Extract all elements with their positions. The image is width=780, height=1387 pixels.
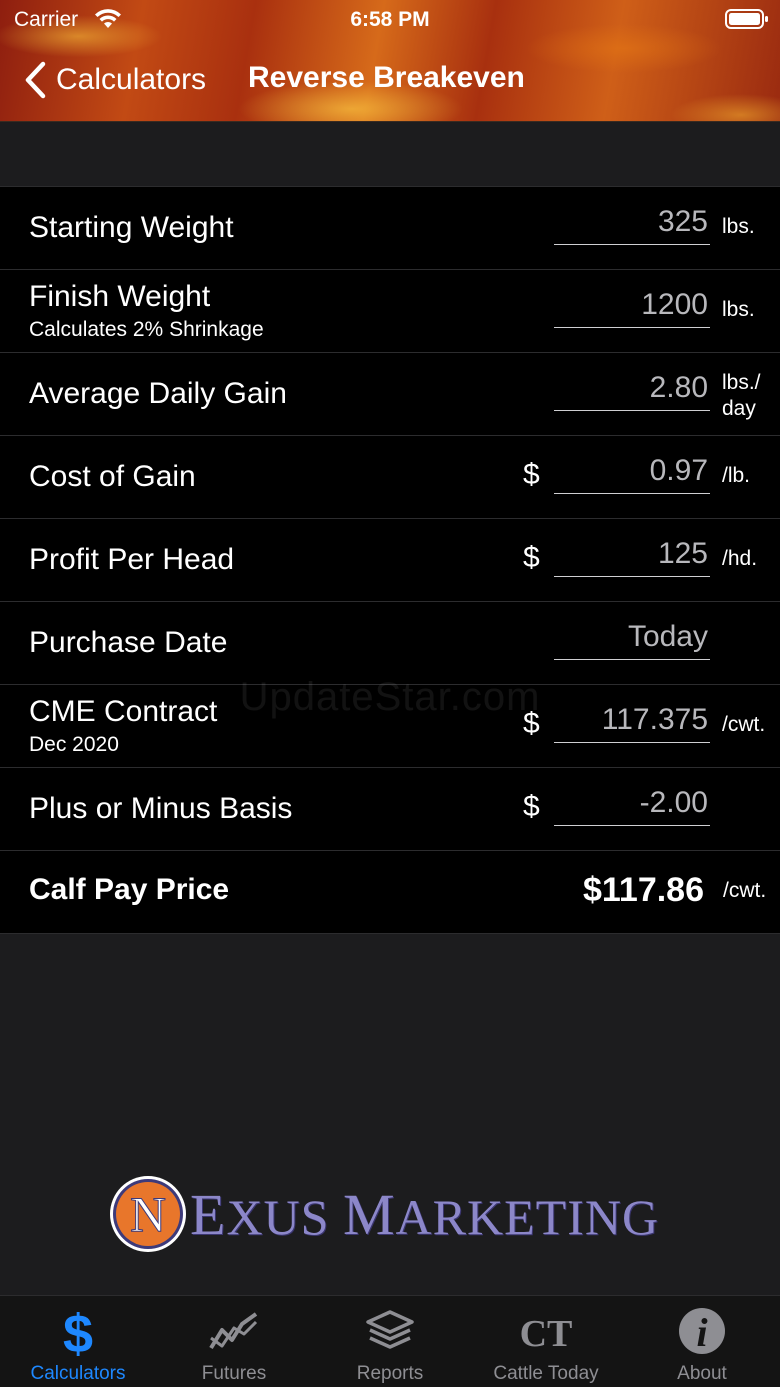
tab-cattle-today[interactable]: CT Cattle Today [468,1296,624,1387]
starting-weight-row: Starting Weight lbs. [0,187,780,270]
tab-futures-label: Futures [201,1363,267,1384]
cost-of-gain-input[interactable] [554,448,710,494]
svg-text:$: $ [63,1306,93,1356]
basis-label: Plus or Minus Basis [29,792,293,825]
basis-row: Plus or Minus Basis $ [0,768,780,851]
finish-weight-sublabel: Calculates 2% Shrinkage [29,318,264,341]
info-icon: i [679,1308,725,1355]
tab-futures[interactable]: Futures [156,1296,312,1387]
starting-weight-input[interactable] [554,199,710,245]
calculator-form: Starting Weight lbs. Finish Weight Calcu… [0,186,780,934]
tab-about[interactable]: i About [624,1296,780,1387]
tab-reports-label: Reports [356,1363,424,1384]
finish-weight-input[interactable] [554,282,710,328]
cost-of-gain-label: Cost of Gain [29,460,196,493]
layers-icon [366,1310,414,1349]
logo-letter: N [130,1186,166,1242]
chart-line-icon [209,1312,258,1350]
average-daily-gain-row: Average Daily Gain lbs./ day [0,353,780,436]
ct-icon: CT [520,1313,573,1355]
calf-pay-price-label: Calf Pay Price [29,873,230,906]
calf-pay-price-unit: /cwt. [723,879,767,902]
back-button-label: Calculators [56,63,207,96]
cme-contract-sublabel: Dec 2020 [29,733,119,756]
profit-per-head-row: Profit Per Head $ /hd. [0,519,780,602]
svg-text:CT: CT [520,1313,573,1355]
average-daily-gain-unit-line1: lbs./ [722,371,761,394]
purchase-date-label: Purchase Date [29,626,228,659]
basis-input[interactable] [554,780,710,826]
starting-weight-unit: lbs. [722,215,755,238]
tab-reports[interactable]: Reports [312,1296,468,1387]
logo-emblem: N [110,1176,186,1252]
finish-weight-label: Finish Weight [29,280,211,313]
basis-currency: $ [523,790,540,823]
nexus-marketing-logo: N EXUS MARKETING [108,1172,659,1256]
status-bar: Carrier 6:58 PM [0,0,780,44]
watermark: UpdateStar.com [239,675,541,719]
tab-cattle-today-label: Cattle Today [493,1363,599,1384]
average-daily-gain-unit: lbs./ day [722,370,761,422]
tab-calculators[interactable]: $ Calculators [0,1296,156,1387]
average-daily-gain-input[interactable] [554,365,710,411]
svg-text:i: i [696,1310,707,1355]
chevron-left-icon [25,61,46,99]
battery-icon [725,9,768,29]
cost-of-gain-row: Cost of Gain $ /lb. [0,436,780,519]
average-daily-gain-label: Average Daily Gain [29,377,287,410]
profit-per-head-currency: $ [523,541,540,574]
finish-weight-unit: lbs. [722,298,755,321]
page-title: Reverse Breakeven [248,61,525,94]
finish-weight-row: Finish Weight Calculates 2% Shrinkage lb… [0,270,780,353]
profit-per-head-input[interactable] [554,531,710,577]
navigation-header: Carrier 6:58 PM Calculators Reverse Brea… [0,0,780,122]
profit-per-head-label: Profit Per Head [29,543,235,576]
calf-pay-price-row: Calf Pay Price $117.86 /cwt. [0,851,780,934]
profit-per-head-unit: /hd. [722,547,758,570]
tab-calculators-label: Calculators [30,1363,126,1384]
purchase-date-row: Purchase Date [0,602,780,685]
tab-about-label: About [677,1363,727,1384]
logo-wordmark: EXUS MARKETING [190,1181,660,1247]
clock: 6:58 PM [350,8,430,31]
back-button[interactable]: Calculators [22,58,206,102]
dollar-icon: $ [63,1306,93,1356]
cost-of-gain-unit: /lb. [722,464,751,487]
calf-pay-price-value: $117.86 [582,871,704,909]
purchase-date-input[interactable] [554,614,710,660]
cost-of-gain-currency: $ [523,458,540,491]
average-daily-gain-unit-line2: day [722,397,756,420]
starting-weight-label: Starting Weight [29,211,234,244]
tab-bar: $ Calculators Futures Reports CT Cattle … [0,1295,780,1387]
